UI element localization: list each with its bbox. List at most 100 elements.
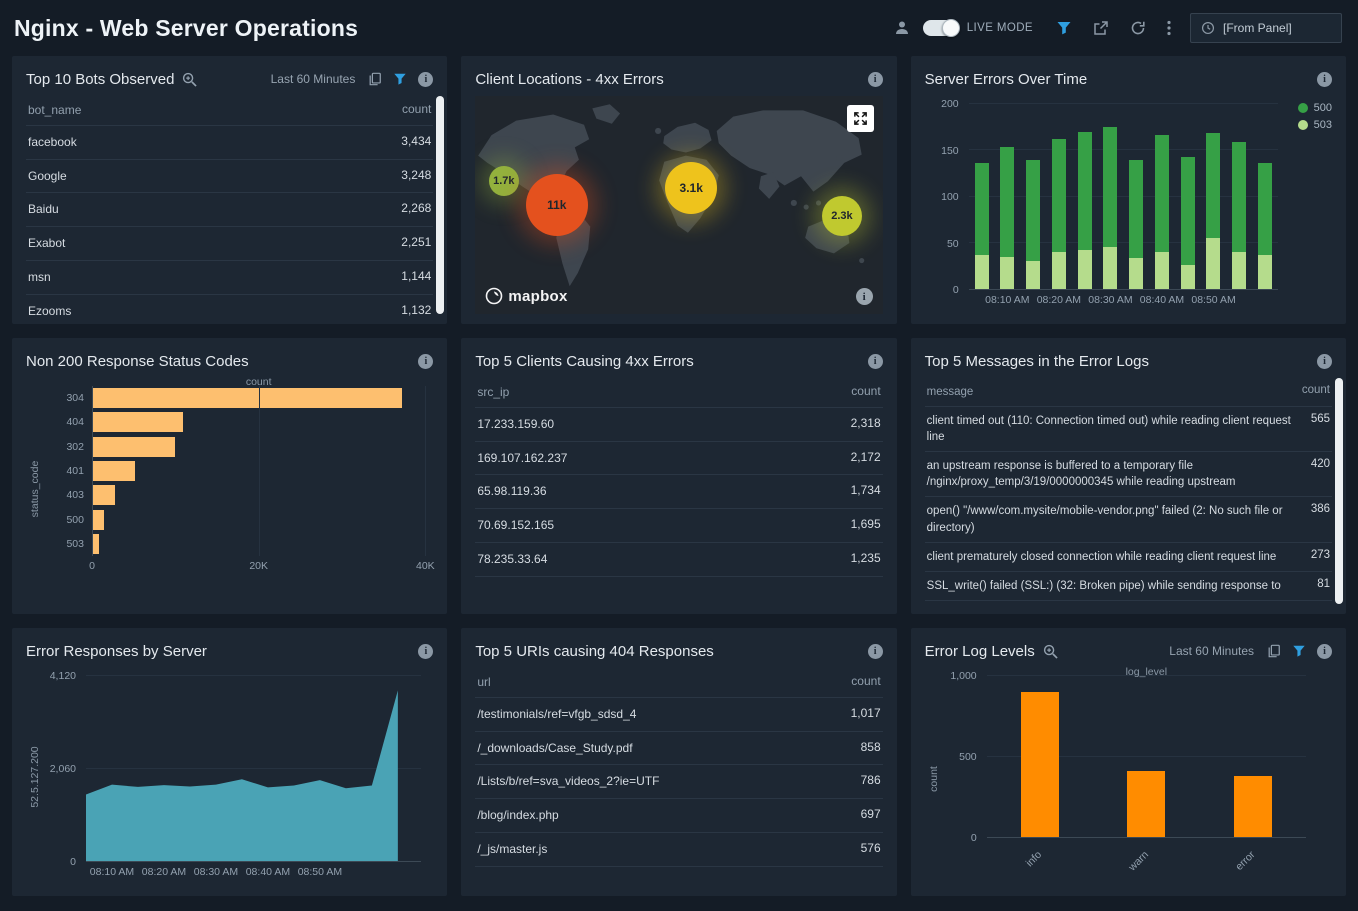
table-header-row: bot_namecount [26,96,433,126]
clients-table: src_ipcount 17.233.159.602,318169.107.162… [475,378,882,577]
table-row[interactable]: /testimonials/ref=vfgb_sdsd_41,017 [475,698,882,732]
info-icon[interactable] [868,354,883,369]
fullscreen-button[interactable] [847,105,874,132]
stacked-bar[interactable] [1232,104,1246,289]
info-icon[interactable] [418,72,433,87]
table-row[interactable]: Baidu2,268 [26,193,433,227]
info-icon[interactable] [1317,72,1332,87]
map-bubble[interactable]: 3.1k [665,162,717,214]
bar-segment [1258,255,1272,289]
info-icon[interactable] [1317,354,1332,369]
table-row[interactable]: 70.69.152.1651,695 [475,509,882,543]
table-row[interactable]: open() "/www/com.mysite/mobile-vendor.pn… [925,497,1332,542]
table-row[interactable]: 169.107.162.2372,172 [475,442,882,476]
map-info-icon[interactable] [856,288,873,305]
map-bubble[interactable]: 2.3k [822,196,862,236]
stacked-bar[interactable] [1129,104,1143,289]
non-200-chart: status_code304404302401403500503020K40Kc… [26,378,433,600]
cell-value: Baidu [28,201,401,218]
more-menu-icon[interactable] [1167,20,1171,36]
column-header[interactable]: message [927,384,1302,400]
bar-segment [1232,142,1246,252]
live-mode-toggle[interactable] [923,20,959,36]
table-row[interactable]: facebook3,434 [26,126,433,160]
bar-segment [1103,247,1117,289]
y-tick-label: 100 [941,191,959,203]
table-row[interactable]: Exabot2,251 [26,227,433,261]
info-icon[interactable] [418,644,433,659]
y-tick-label: 2,060 [50,763,76,775]
cell-count: 420 [1311,458,1330,470]
stacked-bar[interactable] [1206,104,1220,289]
column-header[interactable]: bot_name [28,102,402,119]
map-bubble[interactable]: 11k [526,174,588,236]
dashboard-title: Nginx - Web Server Operations [14,15,358,42]
bar-segment [1026,160,1040,262]
filter-icon[interactable] [1056,20,1072,36]
info-icon[interactable] [1317,644,1332,659]
time-range-picker[interactable]: [From Panel] [1190,13,1342,43]
stacked-bar[interactable] [1155,104,1169,289]
map-bubble[interactable]: 1.7k [489,166,519,196]
user-icon[interactable] [894,20,910,36]
info-icon[interactable] [868,72,883,87]
panel-title: Top 5 Clients Causing 4xx Errors [475,353,693,370]
header: Nginx - Web Server Operations LIVE MODE … [0,0,1358,56]
table-row[interactable]: 78.235.33.641,235 [475,543,882,577]
column-header[interactable]: url [477,674,851,691]
info-icon[interactable] [868,644,883,659]
copy-icon[interactable] [368,72,382,86]
table-row[interactable]: /_js/master.js576 [475,833,882,867]
cell-value: client prematurely closed connection whi… [927,549,1311,565]
table-row[interactable]: /blog/index.php697 [475,799,882,833]
table-row[interactable]: client timed out (110: Connection timed … [925,407,1332,452]
refresh-icon[interactable] [1130,20,1146,36]
panel-filter-icon[interactable] [393,72,407,86]
category-label: 404 [44,416,84,428]
info-icon[interactable] [418,354,433,369]
table-row[interactable]: 65.98.119.361,734 [475,475,882,509]
stacked-bar[interactable] [1078,104,1092,289]
column-header[interactable]: count [851,384,880,398]
stacked-bar[interactable] [1103,104,1117,289]
table-row[interactable]: client prematurely closed connection whi… [925,543,1332,572]
table-row[interactable]: SSL_write() failed (SSL:) (32: Broken pi… [925,572,1332,601]
table-row[interactable]: msn1,144 [26,261,433,295]
zoom-in-icon[interactable] [182,72,197,87]
scrollbar[interactable] [436,96,444,314]
column-header[interactable]: count [402,102,431,116]
category-label: 403 [44,489,84,501]
cell-value: /_js/master.js [477,841,860,858]
column-header[interactable]: src_ip [477,384,851,401]
bar-segment [1129,160,1143,259]
stacked-bar[interactable] [975,104,989,289]
cell-count: 2,318 [851,416,881,430]
stacked-bar[interactable] [1258,104,1272,289]
zoom-in-icon[interactable] [1043,644,1058,659]
legend-item[interactable]: 500 [1298,102,1332,114]
share-icon[interactable] [1093,20,1109,36]
table-row[interactable]: an upstream response is buffered to a te… [925,452,1332,497]
world-map[interactable]: 1.7k11k 3.1k 2.3k mapbox [475,96,882,314]
cell-count: 1,132 [401,303,431,317]
scrollbar[interactable] [1335,378,1343,604]
stacked-bar[interactable] [1052,104,1066,289]
column-header[interactable]: count [851,674,880,688]
legend-item[interactable]: 503 [1298,119,1332,131]
table-row[interactable]: Google3,248 [26,160,433,194]
table-row[interactable]: /_downloads/Case_Study.pdf858 [475,732,882,766]
mapbox-logo[interactable]: mapbox [485,287,567,305]
copy-icon[interactable] [1267,644,1281,658]
table-row[interactable]: /Lists/b/ref=sva_videos_2?ie=UTF786 [475,765,882,799]
bar-segment [1129,258,1143,289]
table-row[interactable]: Ezooms1,132 [26,295,433,324]
column-header[interactable]: count [1302,384,1330,396]
stacked-bar[interactable] [1181,104,1195,289]
stacked-bar[interactable] [1026,104,1040,289]
panel-filter-icon[interactable] [1292,644,1306,658]
stacked-bar[interactable] [1000,104,1014,289]
cell-count: 386 [1311,503,1330,515]
table-row[interactable]: 17.233.159.602,318 [475,408,882,442]
area-series[interactable] [86,676,421,861]
bar-segment [1026,261,1040,289]
